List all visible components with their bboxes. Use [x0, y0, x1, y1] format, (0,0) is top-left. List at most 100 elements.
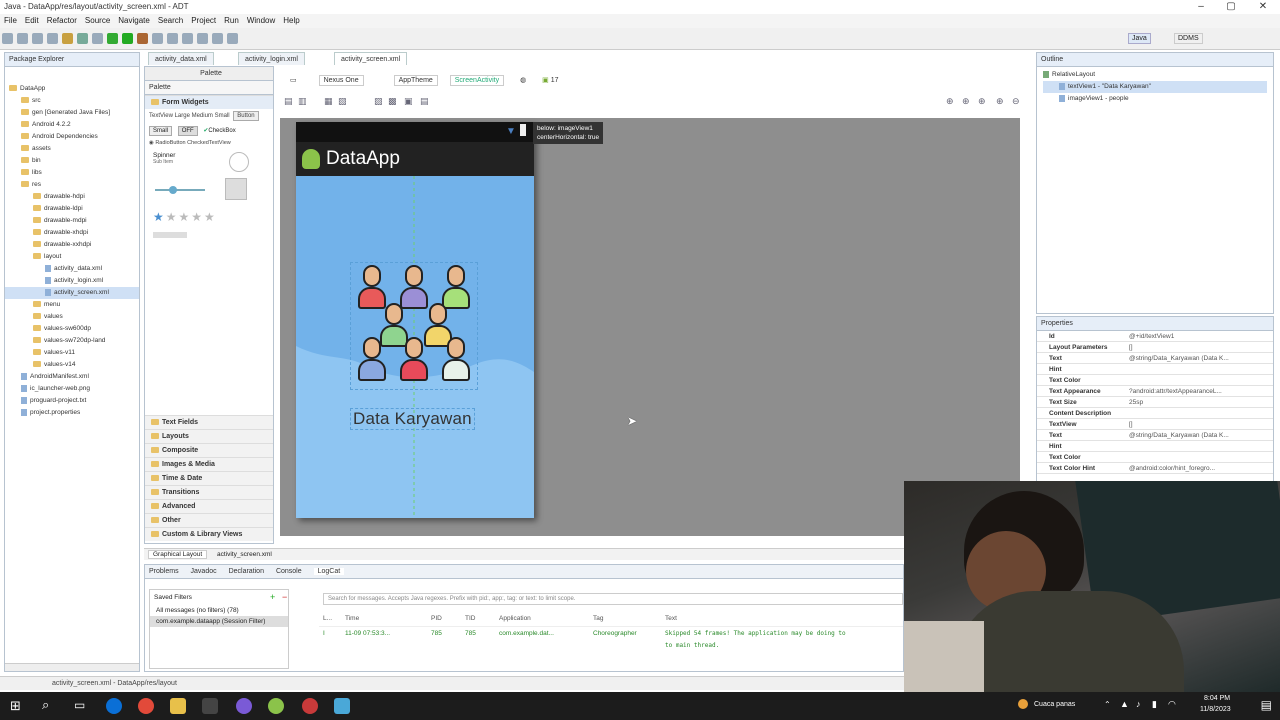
- problems-tab[interactable]: Problems: [149, 568, 179, 575]
- filter-session[interactable]: com.example.dataapp (Session Filter): [150, 616, 288, 627]
- col-text[interactable]: Text: [665, 615, 677, 622]
- tree-item[interactable]: values-v14: [5, 359, 139, 371]
- tree-item[interactable]: layout: [5, 251, 139, 263]
- outline-tab[interactable]: Outline: [1037, 53, 1273, 67]
- weather-icon[interactable]: [1018, 699, 1028, 709]
- people-image[interactable]: [350, 262, 478, 390]
- palette-subheader[interactable]: Palette: [145, 81, 273, 95]
- edge-icon[interactable]: [106, 698, 122, 714]
- minimize-icon[interactable]: –: [1186, 0, 1216, 14]
- menu-edit[interactable]: Edit: [25, 14, 39, 28]
- menu-refactor[interactable]: Refactor: [47, 14, 77, 28]
- close-icon[interactable]: ✕: [1248, 0, 1278, 14]
- sdk-manager-icon[interactable]: [62, 33, 73, 44]
- zoom-out-icon[interactable]: ⊖: [1012, 96, 1020, 107]
- tree-item[interactable]: drawable-mdpi: [5, 215, 139, 227]
- tree-item[interactable]: values-v11: [5, 347, 139, 359]
- outline-textview[interactable]: textView1 - "Data Karyawan": [1043, 81, 1267, 93]
- property-value[interactable]: []: [1129, 419, 1249, 430]
- tree-item[interactable]: gen [Generated Java Files]: [5, 107, 139, 119]
- tree-item[interactable]: AndroidManifest.xml: [5, 371, 139, 383]
- tree-item[interactable]: DataApp: [5, 83, 139, 95]
- palette-progress-bar[interactable]: [153, 232, 187, 238]
- tree-item[interactable]: src: [5, 95, 139, 107]
- outline-imageview[interactable]: imageView1 - people: [1043, 93, 1267, 105]
- menu-navigate[interactable]: Navigate: [118, 14, 150, 28]
- layout-width-icon[interactable]: ▨: [374, 96, 383, 107]
- layout-distribute-icon[interactable]: ▥: [298, 96, 307, 107]
- property-row[interactable]: Content Description: [1037, 408, 1273, 419]
- col-level[interactable]: L...: [323, 615, 332, 622]
- property-row[interactable]: Text Color: [1037, 375, 1273, 386]
- zoom-in-icon[interactable]: ⊕: [996, 96, 1004, 107]
- property-value[interactable]: @string/Data_Karyawan (Data K...: [1129, 353, 1249, 364]
- search-icon[interactable]: ⌕: [42, 697, 49, 713]
- notification-icon[interactable]: ▤: [1261, 698, 1272, 712]
- layout-centered-icon[interactable]: ▤: [420, 96, 429, 107]
- device-dropdown[interactable]: Nexus One: [318, 75, 364, 86]
- save-icon[interactable]: [17, 33, 28, 44]
- chrome-icon[interactable]: [138, 698, 154, 714]
- filter-all-messages[interactable]: All messages (no filters) (78): [150, 605, 288, 616]
- back-icon[interactable]: [212, 33, 223, 44]
- add-filter-icon[interactable]: +: [270, 592, 275, 602]
- run-icon[interactable]: [122, 33, 133, 44]
- locale-globe-icon[interactable]: ◍: [520, 77, 526, 84]
- property-row[interactable]: Text Appearance ?android:attr/textAppeara…: [1037, 386, 1273, 397]
- seekbar-thumb-icon[interactable]: [169, 186, 177, 194]
- menu-search[interactable]: Search: [158, 14, 183, 28]
- wifi-icon[interactable]: ◠: [1168, 699, 1176, 710]
- forward-icon[interactable]: [227, 33, 238, 44]
- editor-tab-activity-screen[interactable]: activity_screen.xml: [334, 52, 408, 65]
- palette-category[interactable]: Other: [145, 513, 273, 527]
- theme-dropdown[interactable]: AppTheme: [393, 75, 438, 86]
- tree-item[interactable]: Android Dependencies: [5, 131, 139, 143]
- tray-overflow-icon[interactable]: ⌃: [1104, 700, 1111, 709]
- search-icon[interactable]: [182, 33, 193, 44]
- menu-project[interactable]: Project: [191, 14, 216, 28]
- weather-text[interactable]: Cuaca panas: [1034, 701, 1075, 708]
- declaration-tab[interactable]: Declaration: [229, 568, 264, 575]
- tree-item[interactable]: res: [5, 179, 139, 191]
- property-row[interactable]: Id @+id/textView1: [1037, 331, 1273, 342]
- property-row[interactable]: Text Size 25sp: [1037, 397, 1273, 408]
- tree-item[interactable]: project.properties: [5, 407, 139, 419]
- tree-item[interactable]: assets: [5, 143, 139, 155]
- palette-category[interactable]: Time & Date: [145, 471, 273, 485]
- palette-category[interactable]: Advanced: [145, 499, 273, 513]
- ddms-perspective-button[interactable]: DDMS: [1174, 33, 1203, 44]
- tree-item[interactable]: activity_data.xml: [5, 263, 139, 275]
- browser-icon[interactable]: [236, 698, 252, 714]
- logcat-tab[interactable]: LogCat: [313, 568, 345, 575]
- tree-item[interactable]: values: [5, 311, 139, 323]
- tree-item[interactable]: drawable-xxhdpi: [5, 239, 139, 251]
- maximize-icon[interactable]: ▢: [1216, 0, 1246, 14]
- file-explorer-icon[interactable]: [170, 698, 186, 714]
- property-row[interactable]: Text @string/Data_Karyawan (Data K...: [1037, 353, 1273, 364]
- properties-tab[interactable]: Properties: [1037, 317, 1273, 331]
- open-type-icon[interactable]: [167, 33, 178, 44]
- editor-tab-activity-data[interactable]: activity_data.xml: [148, 52, 214, 65]
- console-tab[interactable]: Console: [276, 568, 302, 575]
- property-value[interactable]: []: [1129, 342, 1249, 353]
- package-explorer-tab[interactable]: Package Explorer: [5, 53, 139, 67]
- palette-radio[interactable]: ◉ RadioButton CheckedTextView: [145, 138, 273, 148]
- palette-category[interactable]: Custom & Library Views: [145, 527, 273, 541]
- layout-height-icon[interactable]: ▩: [388, 96, 397, 107]
- menu-run[interactable]: Run: [224, 14, 239, 28]
- property-row[interactable]: Hint: [1037, 364, 1273, 375]
- property-row[interactable]: Text Color: [1037, 452, 1273, 463]
- tree-item[interactable]: menu: [5, 299, 139, 311]
- battery-tray-icon[interactable]: ▮: [1152, 699, 1157, 710]
- property-row[interactable]: Text Color Hint @android:color/hint_foreg…: [1037, 463, 1273, 474]
- remove-filter-icon[interactable]: −: [282, 592, 287, 602]
- layout-baseline-icon[interactable]: ▣: [404, 96, 413, 107]
- print-icon[interactable]: [47, 33, 58, 44]
- avd-manager-icon[interactable]: [77, 33, 88, 44]
- tree-item[interactable]: drawable-ldpi: [5, 203, 139, 215]
- tree-item[interactable]: libs: [5, 167, 139, 179]
- volume-icon[interactable]: ♪: [1136, 699, 1141, 709]
- save-all-icon[interactable]: [32, 33, 43, 44]
- palette-category[interactable]: Images & Media: [145, 457, 273, 471]
- android-api-icon[interactable]: ▣: [542, 77, 549, 84]
